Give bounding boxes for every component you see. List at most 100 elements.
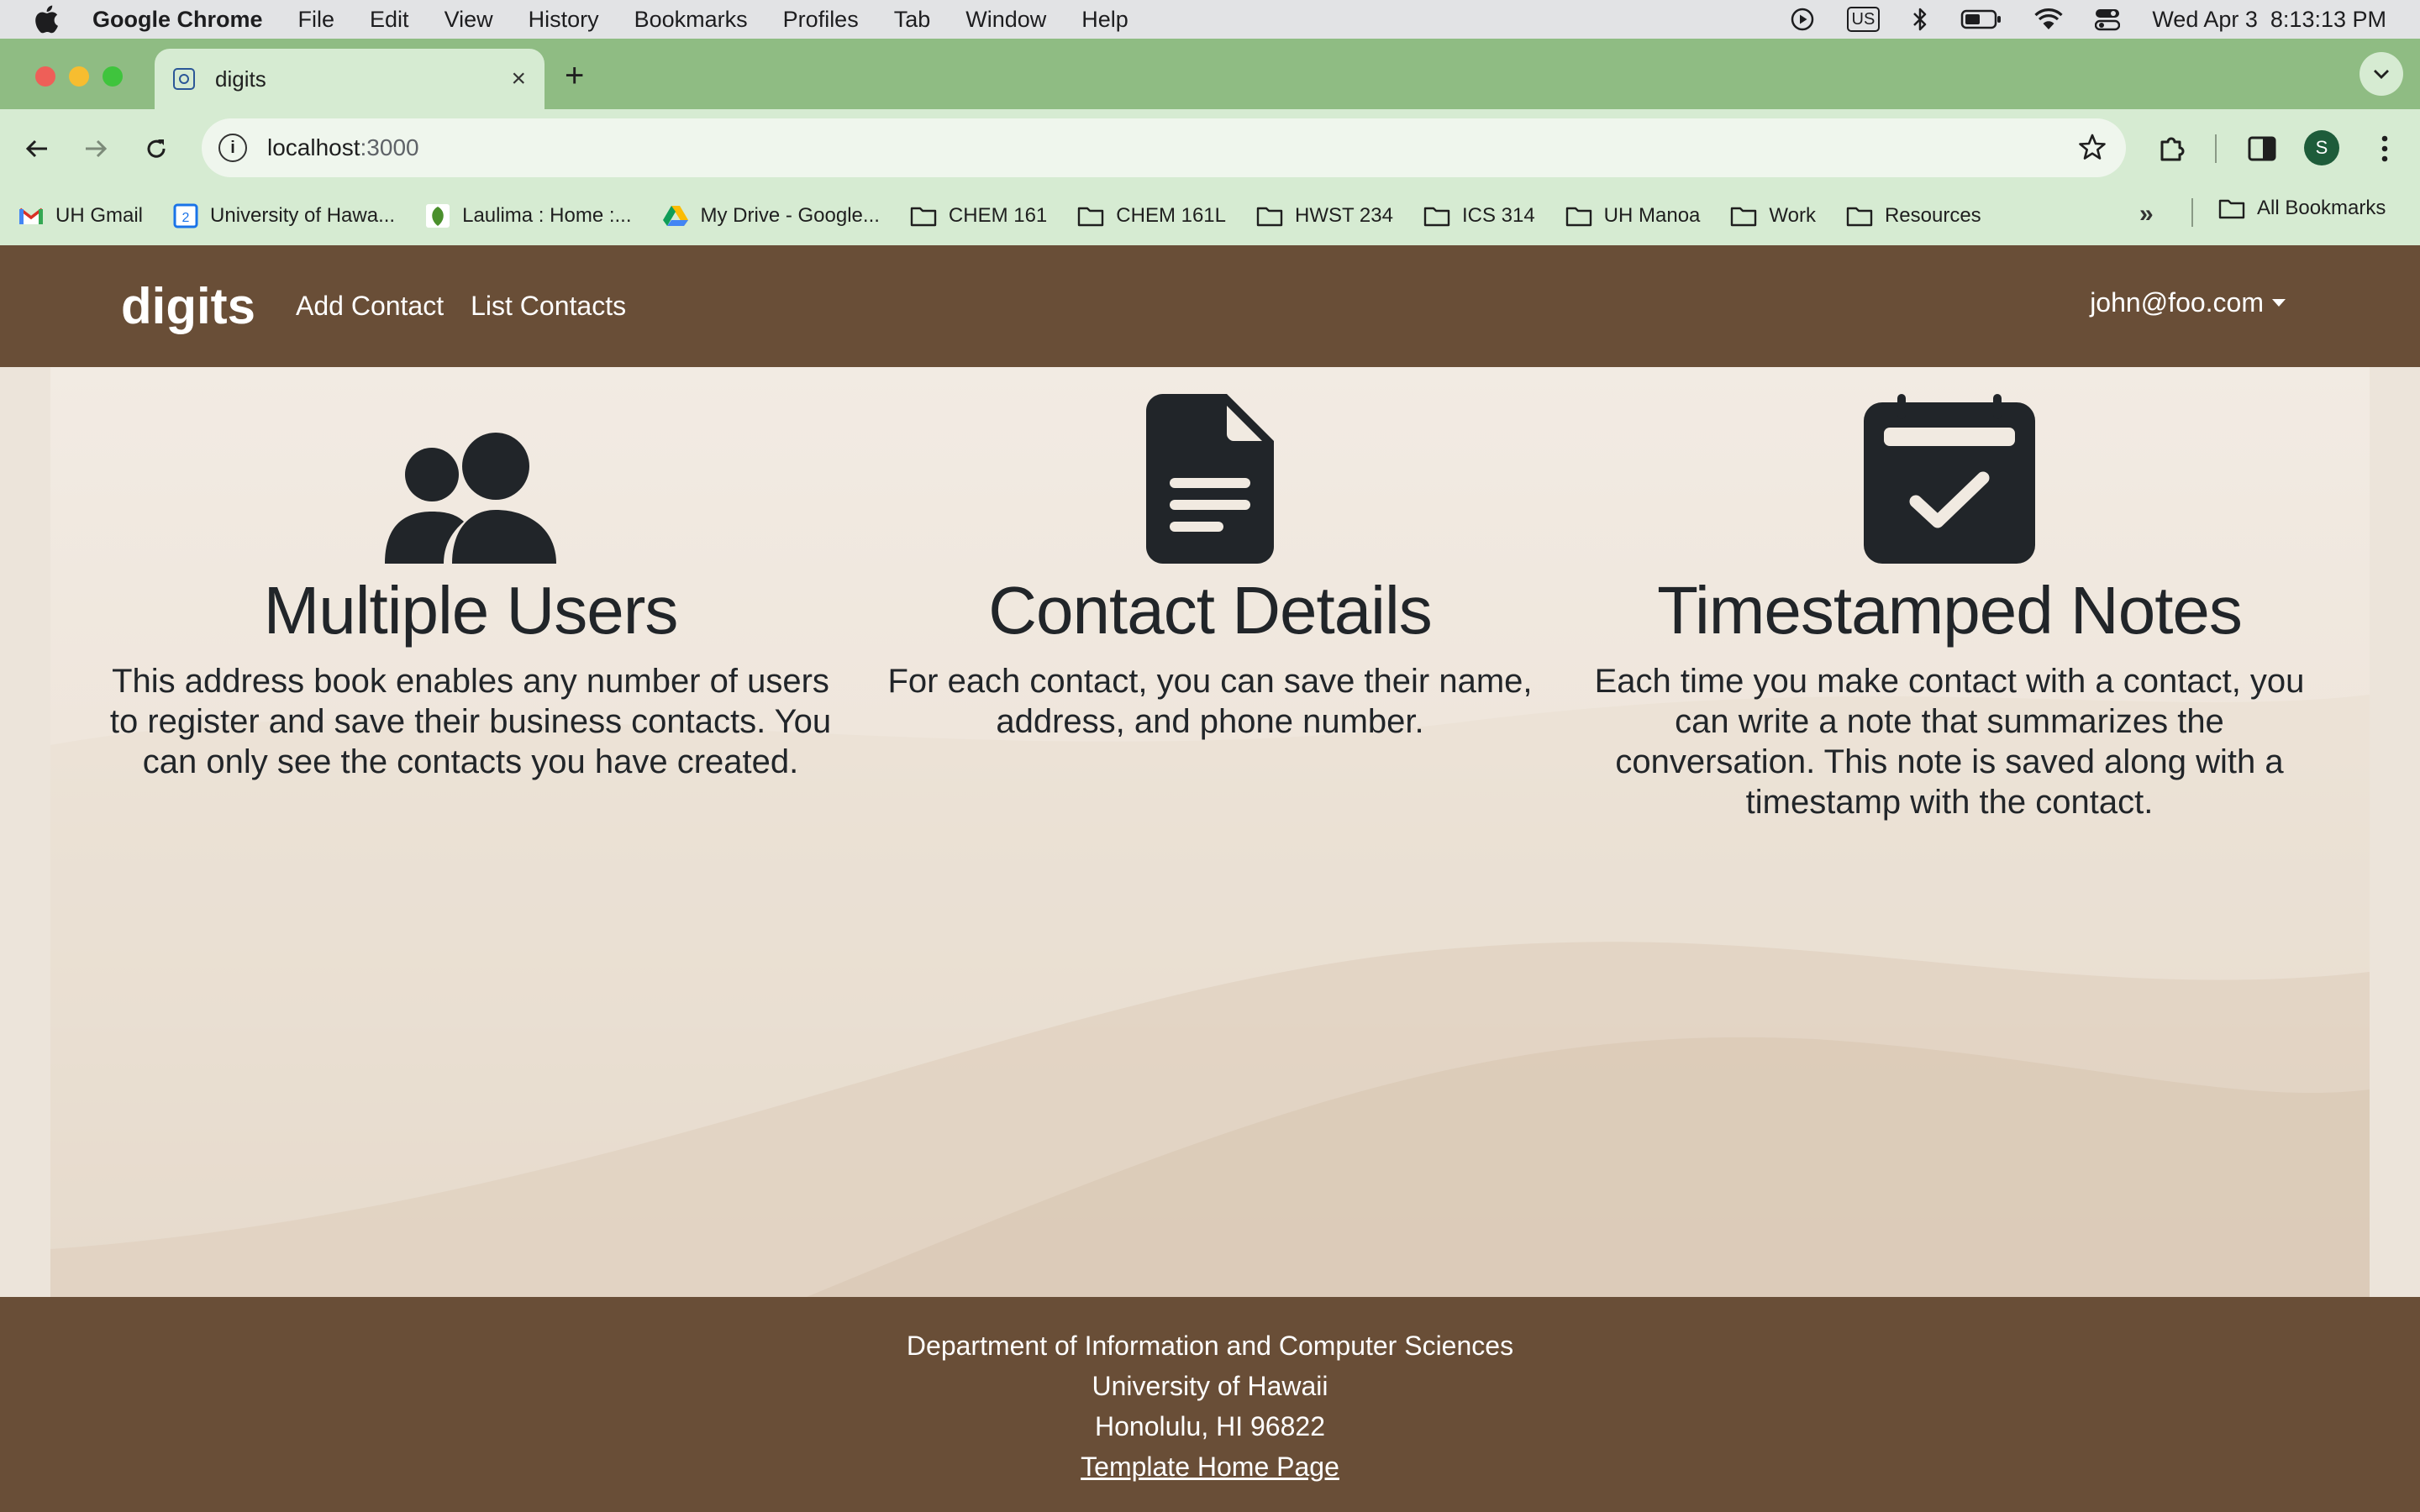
gmail-icon	[18, 206, 44, 226]
laulima-icon	[425, 203, 450, 228]
bookmark-laulima[interactable]: Laulima : Home :...	[425, 203, 632, 228]
bookmark-star-icon[interactable]	[2077, 132, 2107, 168]
menu-help[interactable]: Help	[1081, 7, 1128, 33]
user-dropdown[interactable]: john@foo.com	[2090, 287, 2286, 318]
menu-app-name[interactable]: Google Chrome	[92, 7, 263, 33]
template-home-page-link[interactable]: Template Home Page	[1081, 1452, 1339, 1482]
bookmark-label: My Drive - Google...	[700, 204, 880, 227]
menu-profiles[interactable]: Profiles	[783, 7, 859, 33]
bookmark-folder-chem-161l[interactable]: CHEM 161L	[1077, 204, 1226, 228]
chrome-menu-kebab-icon[interactable]	[2366, 130, 2403, 167]
bookmark-folder-chem-161[interactable]: CHEM 161	[910, 204, 1047, 228]
menubar-date: Wed Apr 3	[2152, 6, 2258, 32]
bookmark-label: Work	[1769, 204, 1816, 227]
address-port: :3000	[360, 134, 419, 160]
bookmark-folder-hwst-234[interactable]: HWST 234	[1256, 204, 1393, 228]
folder-icon	[1077, 205, 1104, 227]
browser-tab-digits[interactable]: digits ×	[155, 49, 544, 109]
forward-arrow-icon[interactable]	[77, 130, 114, 167]
menu-file[interactable]: File	[298, 7, 335, 33]
bookmark-label: Laulima : Home :...	[462, 204, 632, 227]
window-zoom-button[interactable]	[103, 66, 123, 87]
tab-title: digits	[215, 66, 266, 92]
feature-contact-details: Contact Details For each contact, you ca…	[849, 367, 1571, 742]
document-icon	[849, 367, 1571, 569]
caret-down-icon	[2272, 299, 2286, 307]
new-tab-button[interactable]: +	[565, 55, 584, 96]
address-host: localhost	[267, 134, 360, 160]
bookmark-label: CHEM 161	[948, 204, 1048, 227]
battery-icon[interactable]	[1960, 8, 2002, 30]
menu-bookmarks[interactable]: Bookmarks	[634, 7, 748, 33]
bookmark-label: Resources	[1884, 204, 1981, 227]
all-bookmarks-label: All Bookmarks	[2257, 197, 2386, 219]
bookmark-folder-ics-314[interactable]: ICS 314	[1423, 204, 1535, 228]
menu-tab[interactable]: Tab	[894, 7, 931, 33]
bookmarks-overflow-chevron-icon[interactable]: »	[2139, 200, 2154, 228]
menu-history[interactable]: History	[529, 7, 599, 33]
feature-timestamped-notes: Timestamped Notes Each time you make con…	[1588, 367, 2311, 822]
bookmarks-bar: UH Gmail 2 University of Hawa... Laulima…	[0, 186, 2420, 245]
folder-icon	[910, 205, 937, 227]
all-bookmarks-button[interactable]: All Bookmarks	[2218, 197, 2386, 220]
bookmark-label: ICS 314	[1461, 204, 1535, 227]
feature-description: For each contact, you can save their nam…	[887, 663, 1533, 740]
brand-logo[interactable]: digits	[121, 277, 255, 335]
menu-edit[interactable]: Edit	[370, 7, 409, 33]
menu-window[interactable]: Window	[965, 7, 1046, 33]
apple-icon[interactable]	[34, 5, 67, 34]
window-close-button[interactable]	[35, 66, 55, 87]
extensions-puzzle-icon[interactable]	[2153, 130, 2190, 167]
menu-view[interactable]: View	[445, 7, 493, 33]
footer-address: Honolulu, HI 96822	[1095, 1411, 1325, 1441]
back-arrow-icon[interactable]	[18, 130, 55, 167]
tab-close-icon[interactable]: ×	[511, 65, 526, 93]
footer-university: University of Hawaii	[1092, 1371, 1328, 1401]
google-drive-icon	[662, 204, 689, 228]
keyboard-input-source[interactable]: US	[1846, 7, 1881, 32]
bookmarks-divider	[2191, 198, 2193, 227]
wifi-icon[interactable]	[2034, 8, 2063, 31]
bookmark-university-of-hawaii[interactable]: 2 University of Hawa...	[173, 203, 395, 228]
address-bar[interactable]: i localhost:3000	[202, 118, 2126, 177]
bluetooth-icon[interactable]	[1912, 7, 1928, 32]
bookmark-label: University of Hawa...	[210, 204, 396, 227]
control-center-icon[interactable]	[2095, 8, 2121, 31]
svg-text:2: 2	[182, 211, 190, 225]
people-icon	[109, 367, 832, 569]
folder-icon	[1730, 205, 1757, 227]
feature-description: This address book enables any number of …	[109, 663, 832, 780]
tab-search-chevron-icon[interactable]	[2360, 52, 2403, 96]
side-panel-icon[interactable]	[2244, 130, 2281, 167]
feature-title: Timestamped Notes	[1657, 573, 2243, 648]
bookmark-label: UH Manoa	[1603, 204, 1701, 227]
profile-avatar[interactable]: S	[2304, 130, 2339, 165]
bookmark-label: CHEM 161L	[1116, 204, 1227, 227]
window-minimize-button[interactable]	[69, 66, 89, 87]
page-footer: Department of Information and Computer S…	[0, 1297, 2420, 1512]
bookmark-my-drive[interactable]: My Drive - Google...	[662, 204, 880, 228]
feature-multiple-users: Multiple Users This address book enables…	[109, 367, 832, 782]
folder-icon	[1565, 205, 1592, 227]
feature-title: Contact Details	[988, 573, 1432, 648]
bookmark-folder-work[interactable]: Work	[1730, 204, 1816, 228]
nav-list-contacts[interactable]: List Contacts	[471, 291, 626, 322]
tab-favicon-icon	[173, 68, 195, 90]
bookmark-label: HWST 234	[1295, 204, 1393, 227]
bookmark-label: UH Gmail	[55, 204, 144, 227]
feature-description: Each time you make contact with a contac…	[1594, 663, 2305, 821]
bookmark-folder-uh-manoa[interactable]: UH Manoa	[1565, 204, 1701, 228]
toolbar-divider	[2215, 134, 2217, 163]
nav-add-contact[interactable]: Add Contact	[296, 291, 444, 322]
reload-icon[interactable]	[138, 130, 175, 167]
folder-icon	[1256, 205, 1283, 227]
bookmark-folder-resources[interactable]: Resources	[1846, 204, 1981, 228]
menubar-time: 8:13:13 PM	[2270, 6, 2386, 32]
user-email: john@foo.com	[2090, 287, 2264, 318]
bookmark-uh-gmail[interactable]: UH Gmail	[18, 204, 143, 228]
play-icon[interactable]	[1790, 7, 1815, 32]
folder-icon	[2218, 197, 2245, 219]
site-info-icon[interactable]: i	[218, 134, 247, 162]
menubar-clock[interactable]: Wed Apr 3 8:13:13 PM	[2152, 7, 2386, 33]
feature-title: Multiple Users	[263, 573, 679, 648]
